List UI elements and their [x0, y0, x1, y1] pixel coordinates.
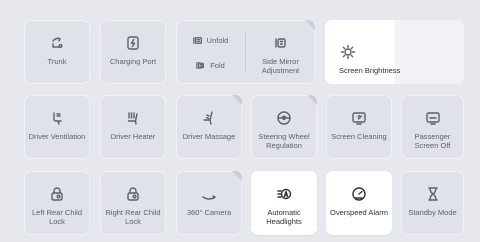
sun-icon: [339, 43, 357, 61]
vehicle-controls-panel: Trunk Charging Port Unfold Fold Side Mir…: [0, 0, 480, 242]
screen-off-icon: [424, 109, 442, 127]
driver-ventilation-tile[interactable]: Driver Ventilation: [24, 95, 90, 159]
standby-mode-tile[interactable]: Standby Mode: [401, 171, 464, 235]
child-lock-icon: [124, 185, 142, 203]
brightness-track: [394, 20, 464, 84]
trunk-label: Trunk: [47, 57, 67, 66]
side-mirror-icon: [272, 34, 290, 52]
charging-port-label: Charging Port: [109, 57, 157, 66]
camera-360-tile[interactable]: 360° Camera: [176, 171, 242, 235]
passenger-screen-off-label: Passenger Screen Off: [414, 132, 451, 150]
mirror-fold-icon: [196, 62, 205, 69]
left-rear-child-lock-tile[interactable]: Left Rear Child Lock: [24, 171, 90, 235]
tile-corner-marker: [307, 95, 317, 105]
left-rear-child-lock-label: Left Rear Child Lock: [31, 208, 83, 226]
seat-ventilation-icon: [48, 109, 66, 127]
auto-headlights-icon: [275, 185, 293, 203]
trunk-tile[interactable]: Trunk: [24, 20, 90, 84]
tile-corner-marker: [305, 20, 315, 30]
steering-wheel-label: Steering Wheel Regulation: [258, 132, 310, 150]
seat-heater-icon: [124, 109, 142, 127]
speedometer-icon: [350, 185, 368, 203]
standby-mode-label: Standby Mode: [408, 208, 457, 217]
charging-port-icon: [124, 34, 142, 52]
overspeed-alarm-label: Overspeed Alarm: [330, 208, 388, 217]
driver-massage-tile[interactable]: Driver Massage: [176, 95, 242, 159]
steering-wheel-icon: [275, 109, 293, 127]
hourglass-icon: [424, 185, 442, 203]
automatic-headlights-label: Automatic Headlights: [266, 208, 302, 226]
mirror-fold-button[interactable]: Fold: [196, 60, 225, 71]
camera-360-icon: [200, 185, 218, 203]
mirror-unfold-icon: [192, 37, 202, 44]
driver-heater-tile[interactable]: Driver Heater: [100, 95, 166, 159]
right-rear-child-lock-tile[interactable]: Right Rear Child Lock: [100, 171, 166, 235]
screen-cleaning-icon: [350, 109, 368, 127]
seat-massage-icon: [200, 109, 218, 127]
screen-brightness-slider[interactable]: Screen Brightness: [325, 20, 464, 84]
driver-heater-label: Driver Heater: [110, 132, 156, 141]
screen-cleaning-label: Screen Cleaning: [331, 132, 387, 141]
automatic-headlights-tile[interactable]: Automatic Headlights: [251, 171, 317, 235]
mirror-unfold-label: Unfold: [206, 36, 229, 45]
passenger-screen-off-tile[interactable]: Passenger Screen Off: [401, 95, 464, 159]
screen-cleaning-tile[interactable]: Screen Cleaning: [326, 95, 392, 159]
side-mirror-tile[interactable]: Unfold Fold Side Mirror Adjustment: [176, 20, 315, 84]
screen-brightness-label: Screen Brightness: [339, 66, 401, 75]
right-rear-child-lock-label: Right Rear Child Lock: [105, 208, 161, 226]
mirror-fold-label: Fold: [210, 61, 225, 70]
mirror-unfold-button[interactable]: Unfold: [192, 35, 229, 46]
trunk-icon: [48, 34, 66, 52]
tile-corner-marker: [232, 95, 242, 105]
overspeed-alarm-tile[interactable]: Overspeed Alarm: [326, 171, 392, 235]
charging-port-tile[interactable]: Charging Port: [100, 20, 166, 84]
child-lock-icon: [48, 185, 66, 203]
steering-wheel-regulation-tile[interactable]: Steering Wheel Regulation: [251, 95, 317, 159]
camera-360-label: 360° Camera: [186, 208, 232, 217]
mirror-adjust-label: Side Mirror Adjustment: [261, 57, 300, 75]
driver-ventilation-label: Driver Ventilation: [28, 132, 86, 141]
tile-corner-marker: [232, 171, 242, 181]
driver-massage-label: Driver Massage: [182, 132, 236, 141]
